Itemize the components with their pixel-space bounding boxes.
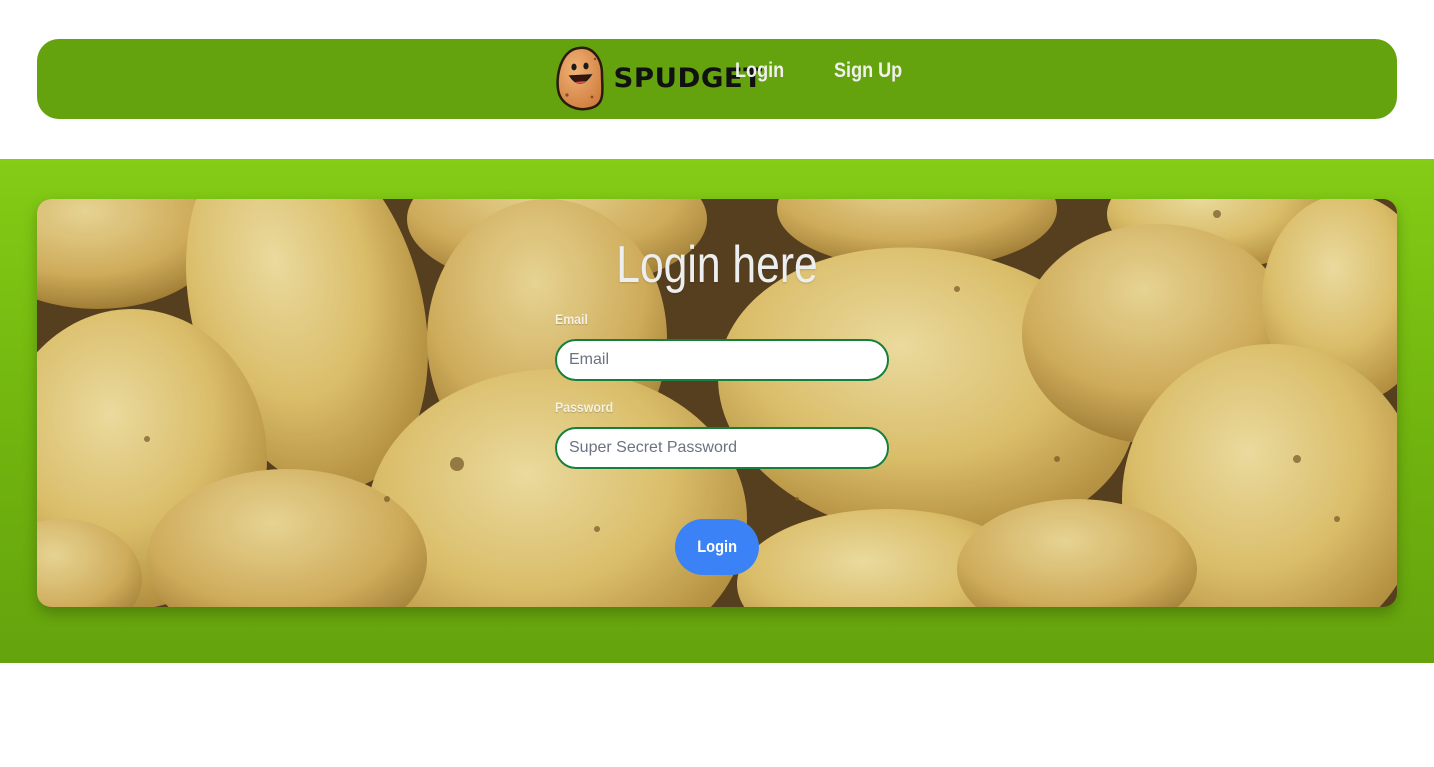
- password-field[interactable]: [555, 427, 889, 469]
- page-title: Login here: [616, 236, 818, 294]
- login-button[interactable]: Login: [675, 519, 759, 575]
- login-button-label: Login: [697, 537, 737, 556]
- brand-logo[interactable]: SPUDGET: [555, 45, 762, 111]
- email-label: Email: [555, 311, 588, 327]
- nav-link-sign-up[interactable]: Sign Up: [834, 59, 902, 83]
- login-section: Login here Email Password Login: [0, 159, 1434, 663]
- password-label: Password: [555, 399, 614, 415]
- top-navbar: SPUDGET Login Sign Up: [37, 39, 1397, 119]
- potato-mascot-icon: [556, 46, 604, 111]
- email-field[interactable]: [555, 339, 889, 381]
- login-card: Login here Email Password Login: [37, 199, 1397, 607]
- nav-link-login[interactable]: Login: [735, 59, 784, 83]
